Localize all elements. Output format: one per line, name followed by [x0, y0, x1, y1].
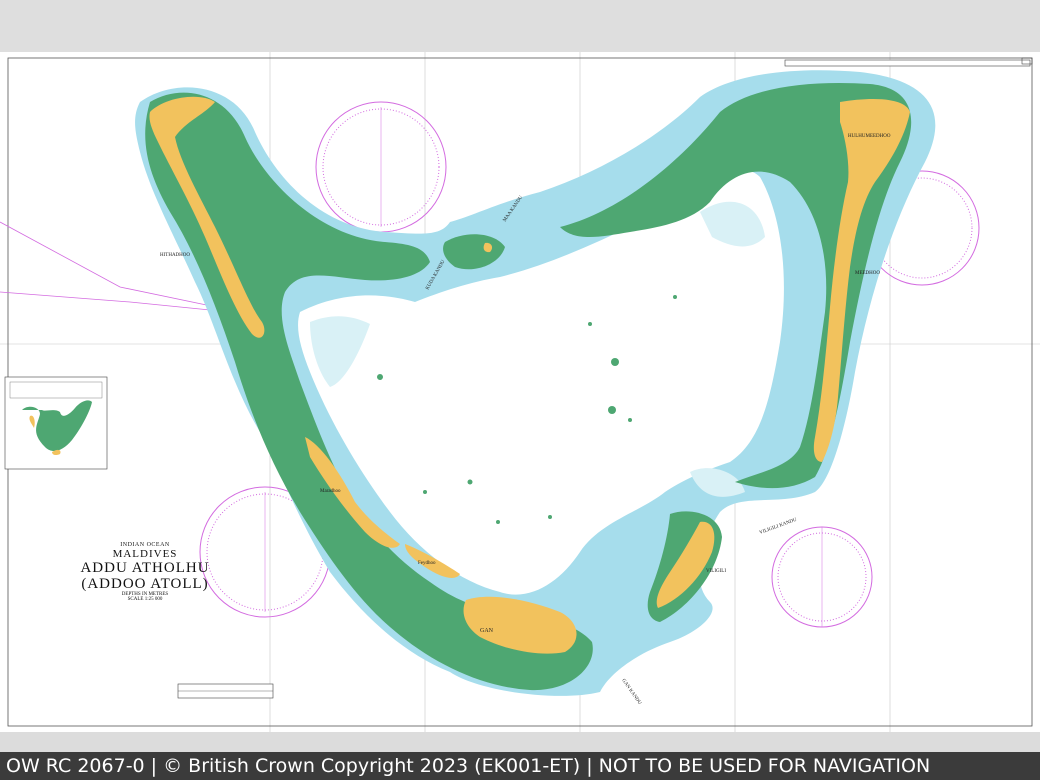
footer-text: OW RC 2067-0 | © British Crown Copyright…	[6, 755, 931, 777]
chart-canvas[interactable]: KUDA KANDU MAA KANDU VILIGILI KANDU GAN …	[0, 52, 1040, 732]
scale-bar	[784, 57, 1033, 67]
label-feydhoo: Feydhoo	[418, 561, 436, 566]
title-scale: SCALE 1:25 000	[127, 597, 163, 602]
label-meedhoo: MEEDHOO	[855, 271, 880, 276]
label-vilingili: VILIGILI	[706, 569, 726, 574]
compass-rose-north	[315, 101, 447, 233]
label-hithadhoo: HITHADHOO	[160, 253, 190, 258]
inset-map	[4, 376, 108, 470]
nautical-chart[interactable]: KUDA KANDU MAA KANDU VILIGILI KANDU GAN …	[0, 52, 1040, 732]
title-name-line1: ADDU ATHOLHU	[80, 560, 210, 576]
title-country: MALDIVES	[112, 548, 178, 560]
label-gan-kandu: GAN KANDU	[620, 678, 642, 706]
copyright-footer: OW RC 2067-0 | © British Crown Copyright…	[0, 752, 1040, 780]
tide-table	[177, 683, 274, 699]
label-hulhumeedhoo: HULHUMEEDHOO	[848, 134, 891, 139]
label-vilingili-kandu: VILIGILI KANDU	[759, 518, 798, 536]
atoll	[135, 70, 936, 696]
label-maradhoo: Maradhoo	[320, 489, 341, 494]
title-name-line2: (ADDOO ATOLL)	[81, 576, 209, 592]
compass-rose-southeast	[771, 526, 873, 628]
chart-title-block: INDIAN OCEAN MALDIVES ADDU ATHOLHU (ADDO…	[60, 542, 230, 602]
label-gan: GAN	[480, 628, 494, 634]
top-band	[0, 0, 1040, 52]
